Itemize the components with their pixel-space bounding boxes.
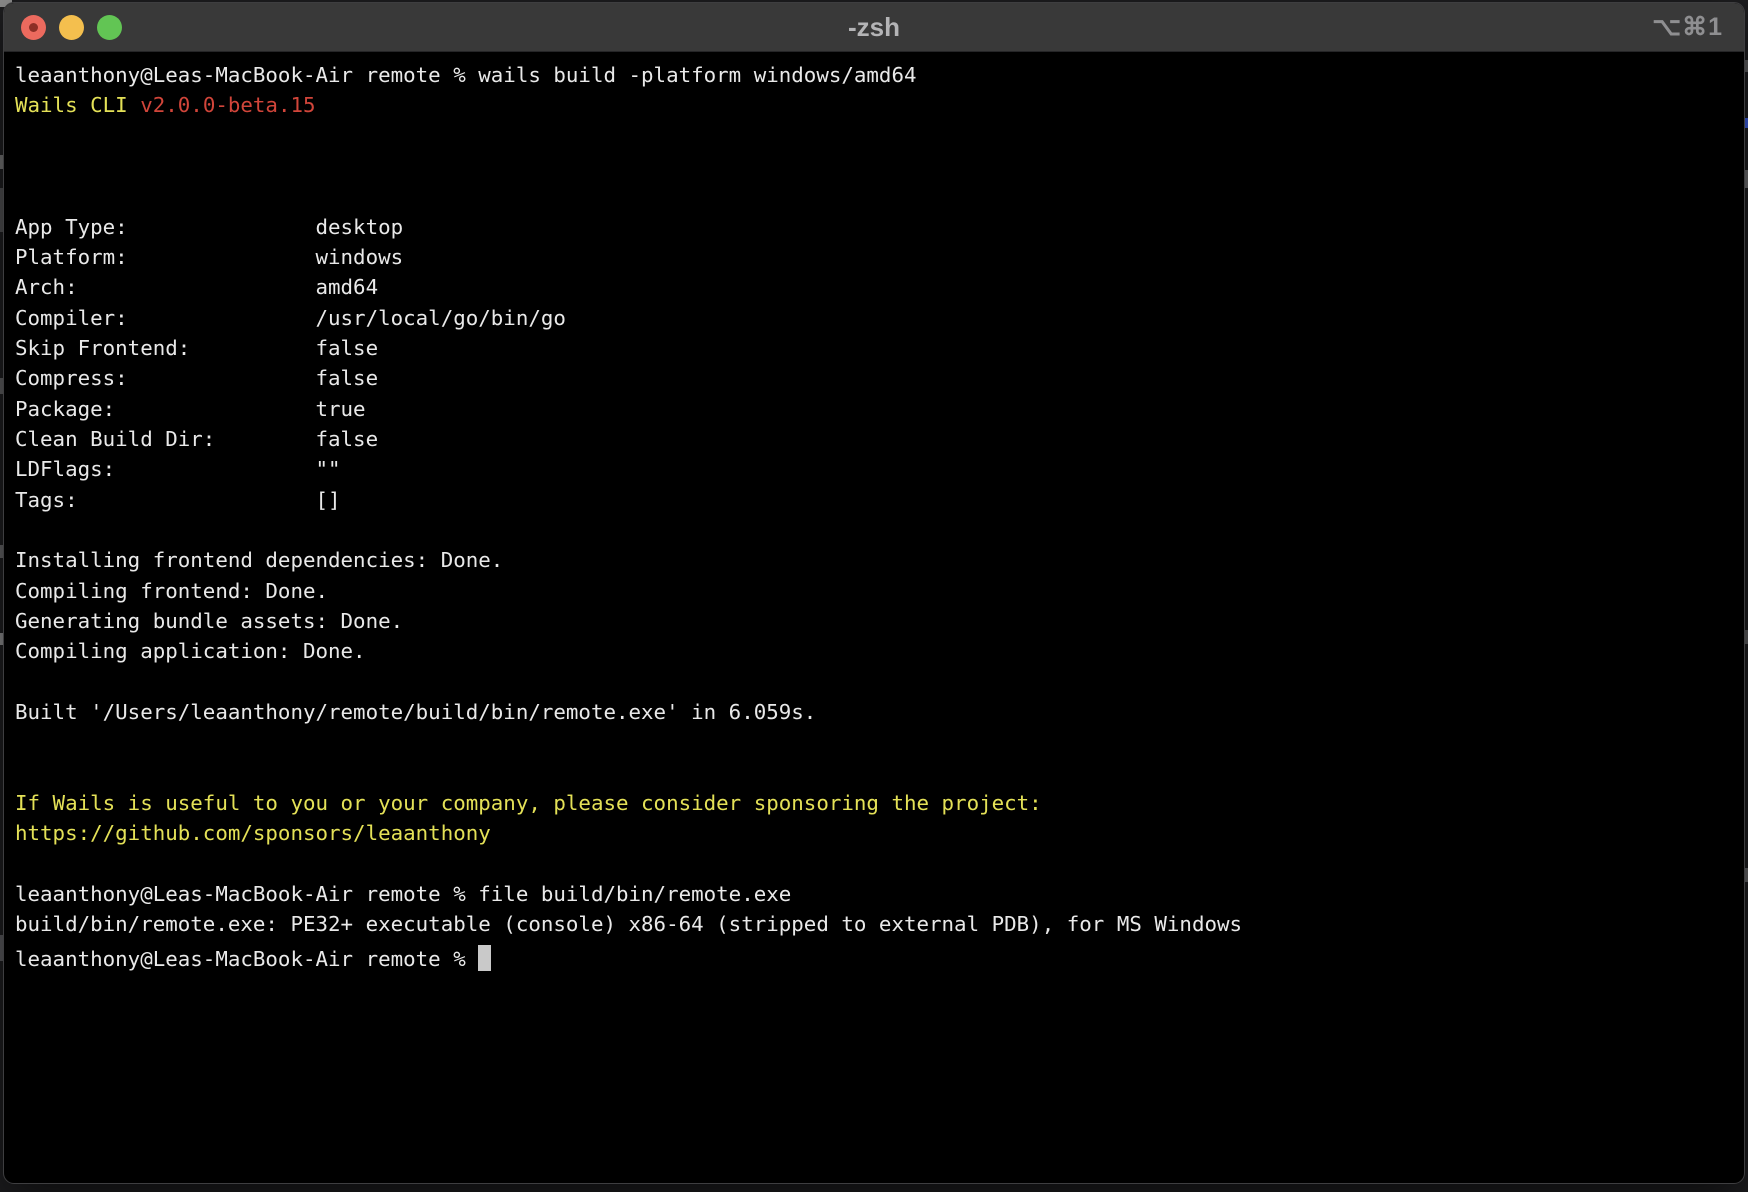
terminal-text-segment: Built '/Users/leaanthony/remote/build/bi… <box>15 700 816 724</box>
terminal-text-segment: Compress: false <box>15 366 378 390</box>
terminal-line: build/bin/remote.exe: PE32+ executable (… <box>15 909 1744 939</box>
terminal-text-segment: build/bin/remote.exe: PE32+ executable (… <box>15 912 1242 936</box>
terminal-line: LDFlags: "" <box>15 454 1744 484</box>
terminal-line: leaanthony@Leas-MacBook-Air remote % fil… <box>15 879 1744 909</box>
terminal-line: Wails CLI v2.0.0-beta.15 <box>15 90 1744 120</box>
terminal-window: -zsh ⌥⌘1 leaanthony@Leas-MacBook-Air rem… <box>3 2 1745 1184</box>
terminal-text-segment: Wails CLI <box>15 93 140 117</box>
zoom-button[interactable] <box>97 15 122 40</box>
terminal-cursor <box>478 945 491 971</box>
terminal-text-segment: leaanthony@Leas-MacBook-Air remote % wai… <box>15 63 917 87</box>
terminal-text-segment: App Type: desktop <box>15 215 403 239</box>
terminal-line <box>15 667 1744 697</box>
terminal-text-segment: Package: true <box>15 397 366 421</box>
terminal-text-segment: If Wails is useful to you or your compan… <box>15 791 1042 815</box>
terminal-text-segment: Compiling application: Done. <box>15 639 366 663</box>
terminal-screen[interactable]: leaanthony@Leas-MacBook-Air remote % wai… <box>4 52 1744 970</box>
terminal-line: Generating bundle assets: Done. <box>15 606 1744 636</box>
terminal-text-segment: Compiling frontend: Done. <box>15 579 328 603</box>
terminal-line: Tags: [] <box>15 485 1744 515</box>
terminal-line <box>15 121 1744 151</box>
terminal-line: Skip Frontend: false <box>15 333 1744 363</box>
terminal-line: Installing frontend dependencies: Done. <box>15 545 1744 575</box>
terminal-line: Compiling frontend: Done. <box>15 576 1744 606</box>
terminal-line: Compress: false <box>15 363 1744 393</box>
terminal-line <box>15 515 1744 545</box>
terminal-text-segment: Platform: windows <box>15 245 403 269</box>
terminal-line: Compiler: /usr/local/go/bin/go <box>15 303 1744 333</box>
minimize-button[interactable] <box>59 15 84 40</box>
terminal-line <box>15 727 1744 757</box>
tab-shortcut-badge: ⌥⌘1 <box>1652 3 1723 51</box>
window-title: -zsh <box>4 3 1744 51</box>
terminal-text-segment: Arch: amd64 <box>15 275 378 299</box>
terminal-line: Compiling application: Done. <box>15 636 1744 666</box>
terminal-text-segment: Skip Frontend: false <box>15 336 378 360</box>
terminal-text-segment: Clean Build Dir: false <box>15 427 378 451</box>
terminal-line: Package: true <box>15 394 1744 424</box>
terminal-line: If Wails is useful to you or your compan… <box>15 788 1744 818</box>
terminal-line <box>15 758 1744 788</box>
terminal-text-segment: Tags: [] <box>15 488 341 512</box>
terminal-line: leaanthony@Leas-MacBook-Air remote % <box>15 940 1744 970</box>
terminal-text-segment: LDFlags: "" <box>15 457 341 481</box>
terminal-text-segment: leaanthony@Leas-MacBook-Air remote % <box>15 947 478 971</box>
terminal-line <box>15 151 1744 181</box>
terminal-line: https://github.com/sponsors/leaanthony <box>15 818 1744 848</box>
terminal-text-segment: Compiler: /usr/local/go/bin/go <box>15 306 566 330</box>
terminal-text-segment: v2.0.0-beta.15 <box>140 93 315 117</box>
terminal-text-segment: https://github.com/sponsors/leaanthony <box>15 821 491 845</box>
close-button[interactable] <box>21 15 46 40</box>
terminal-line: Platform: windows <box>15 242 1744 272</box>
terminal-line: Built '/Users/leaanthony/remote/build/bi… <box>15 697 1744 727</box>
terminal-line: App Type: desktop <box>15 212 1744 242</box>
terminal-line: leaanthony@Leas-MacBook-Air remote % wai… <box>15 60 1744 90</box>
terminal-text-segment: Generating bundle assets: Done. <box>15 609 403 633</box>
terminal-line <box>15 181 1744 211</box>
terminal-text-segment: Installing frontend dependencies: Done. <box>15 548 503 572</box>
terminal-line: Arch: amd64 <box>15 272 1744 302</box>
terminal-line: Clean Build Dir: false <box>15 424 1744 454</box>
titlebar[interactable]: -zsh ⌥⌘1 <box>4 3 1744 52</box>
terminal-line <box>15 849 1744 879</box>
traffic-lights <box>4 15 122 40</box>
terminal-text-segment: leaanthony@Leas-MacBook-Air remote % fil… <box>15 882 791 906</box>
